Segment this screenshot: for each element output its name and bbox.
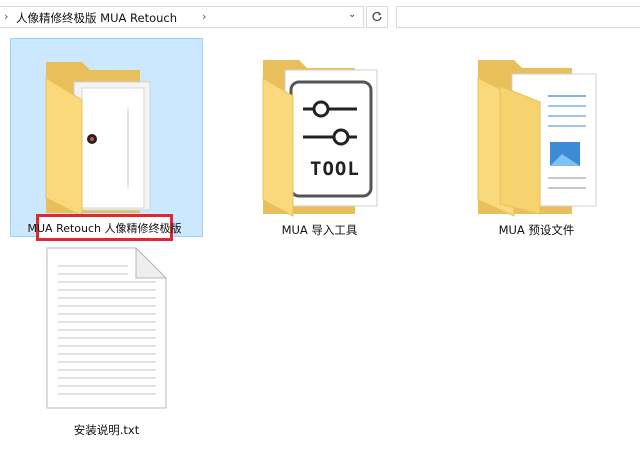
chevron-down-icon[interactable]: ⌄: [348, 9, 356, 20]
tool-folder-icon: [262, 60, 378, 217]
address-toolbar: › 人像精修终极版 MUA Retouch › ⌄: [0, 0, 640, 34]
folder-name-label: MUA 导入工具: [281, 223, 358, 237]
folder-icon: [45, 62, 151, 217]
file-name-label: 安装说明.txt: [73, 423, 140, 437]
search-input[interactable]: [397, 7, 640, 27]
file-item-install-notes[interactable]: 安装说明.txt: [10, 242, 203, 442]
breadcrumb-path[interactable]: 人像精修终极版 MUA Retouch: [16, 10, 177, 26]
refresh-button[interactable]: [366, 6, 388, 28]
refresh-icon: [372, 11, 382, 22]
folder-name-label: MUA Retouch 人像精修终极版: [27, 221, 182, 235]
folder-item-mua-retouch[interactable]: [10, 38, 203, 237]
search-box[interactable]: [396, 6, 640, 28]
folder-item-mua-import-tool[interactable]: TOOL MUA 导入工具: [223, 38, 416, 237]
chevron-right-icon[interactable]: ›: [4, 10, 8, 23]
text-file-icon: [46, 246, 168, 409]
folder-item-mua-presets[interactable]: MUA 预设文件: [440, 38, 633, 237]
folder-label-highlight-box[interactable]: MUA Retouch 人像精修终极版: [28, 214, 182, 241]
tool-badge-text: TOOL: [310, 158, 360, 180]
folder-icon: [477, 60, 597, 217]
address-bar[interactable]: › 人像精修终极版 MUA Retouch › ⌄: [0, 6, 364, 28]
folder-name-label: MUA 预设文件: [498, 223, 575, 237]
chevron-right-icon[interactable]: ›: [202, 10, 206, 23]
